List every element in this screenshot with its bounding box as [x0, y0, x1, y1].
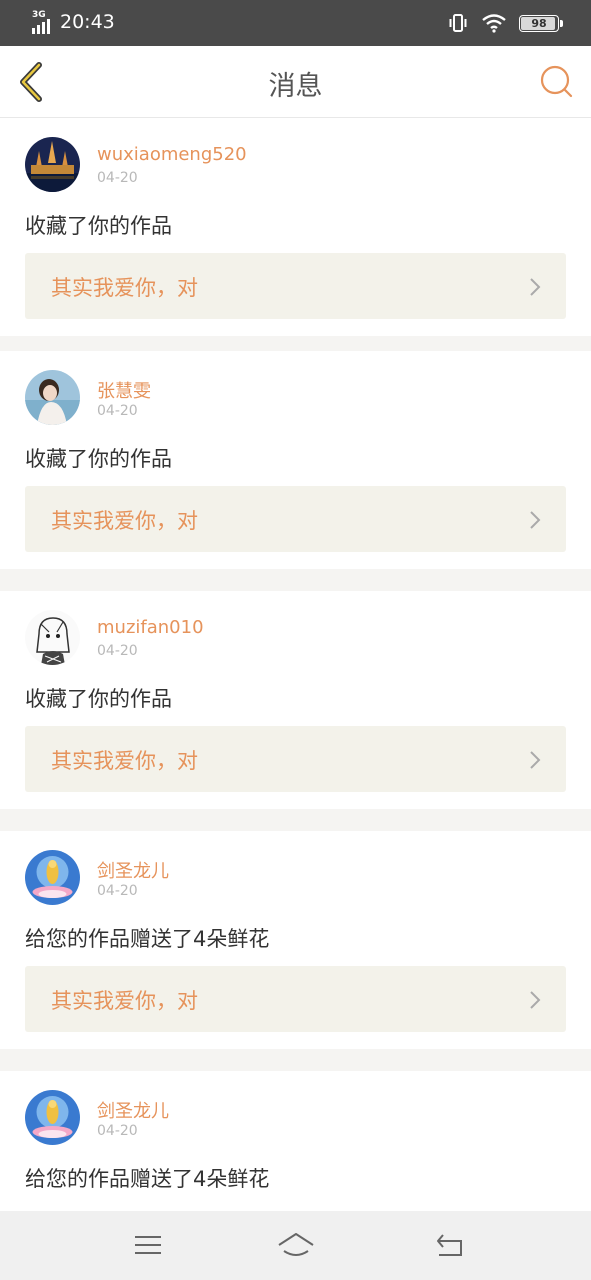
message-date: 04-20 [97, 643, 138, 659]
system-nav-bar [0, 1211, 591, 1280]
username[interactable]: 剑圣龙儿 [97, 857, 169, 883]
chevron-right-icon [530, 511, 541, 529]
message-date: 04-20 [97, 1123, 138, 1139]
message-list: wuxiaomeng520 04-20 收藏了你的作品 其实我爱你，对 张慧雯 … [0, 118, 591, 1211]
avatar[interactable] [25, 610, 80, 665]
message-text: 给您的作品赠送了4朵鲜花 [25, 1167, 270, 1191]
message-card: 剑圣龙儿 04-20 给您的作品赠送了4朵鲜花 [0, 1071, 591, 1211]
avatar[interactable] [25, 370, 80, 425]
work-link[interactable]: 其实我爱你，对 [25, 966, 566, 1032]
battery-icon: 98 [519, 14, 563, 32]
status-bar: 3G 20:43 98 [0, 0, 591, 46]
message-text: 给您的作品赠送了4朵鲜花 [25, 927, 270, 951]
chevron-right-icon [530, 751, 541, 769]
work-title: 其实我爱你，对 [51, 749, 198, 773]
app-header: 消息 [0, 46, 591, 118]
chevron-right-icon [530, 991, 541, 1009]
message-card: 张慧雯 04-20 收藏了你的作品 其实我爱你，对 [0, 351, 591, 569]
back-icon[interactable] [433, 1229, 467, 1261]
message-date: 04-20 [97, 170, 138, 186]
home-icon[interactable] [276, 1229, 316, 1261]
network-type: 3G [32, 10, 46, 20]
clock: 20:43 [60, 11, 115, 33]
message-date: 04-20 [97, 883, 138, 899]
username[interactable]: 张慧雯 [97, 377, 151, 403]
avatar[interactable] [25, 137, 80, 192]
page-title: 消息 [268, 71, 323, 102]
work-link[interactable]: 其实我爱你，对 [25, 726, 566, 792]
avatar[interactable] [25, 850, 80, 905]
wifi-icon [482, 14, 506, 33]
message-card: wuxiaomeng520 04-20 收藏了你的作品 其实我爱你，对 [0, 118, 591, 336]
chevron-right-icon [530, 278, 541, 296]
work-title: 其实我爱你，对 [51, 509, 198, 533]
username[interactable]: 剑圣龙儿 [97, 1097, 169, 1123]
work-link[interactable]: 其实我爱你，对 [25, 486, 566, 552]
username[interactable]: wuxiaomeng520 [97, 144, 247, 165]
message-text: 收藏了你的作品 [25, 687, 172, 711]
work-title: 其实我爱你，对 [51, 989, 198, 1013]
vibrate-icon [449, 14, 467, 32]
battery-level: 98 [531, 16, 547, 30]
username[interactable]: muzifan010 [97, 617, 204, 638]
message-card: 剑圣龙儿 04-20 给您的作品赠送了4朵鲜花 其实我爱你，对 [0, 831, 591, 1049]
avatar[interactable] [25, 1090, 80, 1145]
search-button[interactable] [539, 64, 575, 100]
message-text: 收藏了你的作品 [25, 214, 172, 238]
message-text: 收藏了你的作品 [25, 447, 172, 471]
work-link[interactable]: 其实我爱你，对 [25, 253, 566, 319]
menu-icon[interactable] [131, 1229, 165, 1261]
message-date: 04-20 [97, 403, 138, 419]
work-title: 其实我爱你，对 [51, 276, 198, 300]
message-card: muzifan010 04-20 收藏了你的作品 其实我爱你，对 [0, 591, 591, 809]
signal-icon [32, 19, 50, 34]
